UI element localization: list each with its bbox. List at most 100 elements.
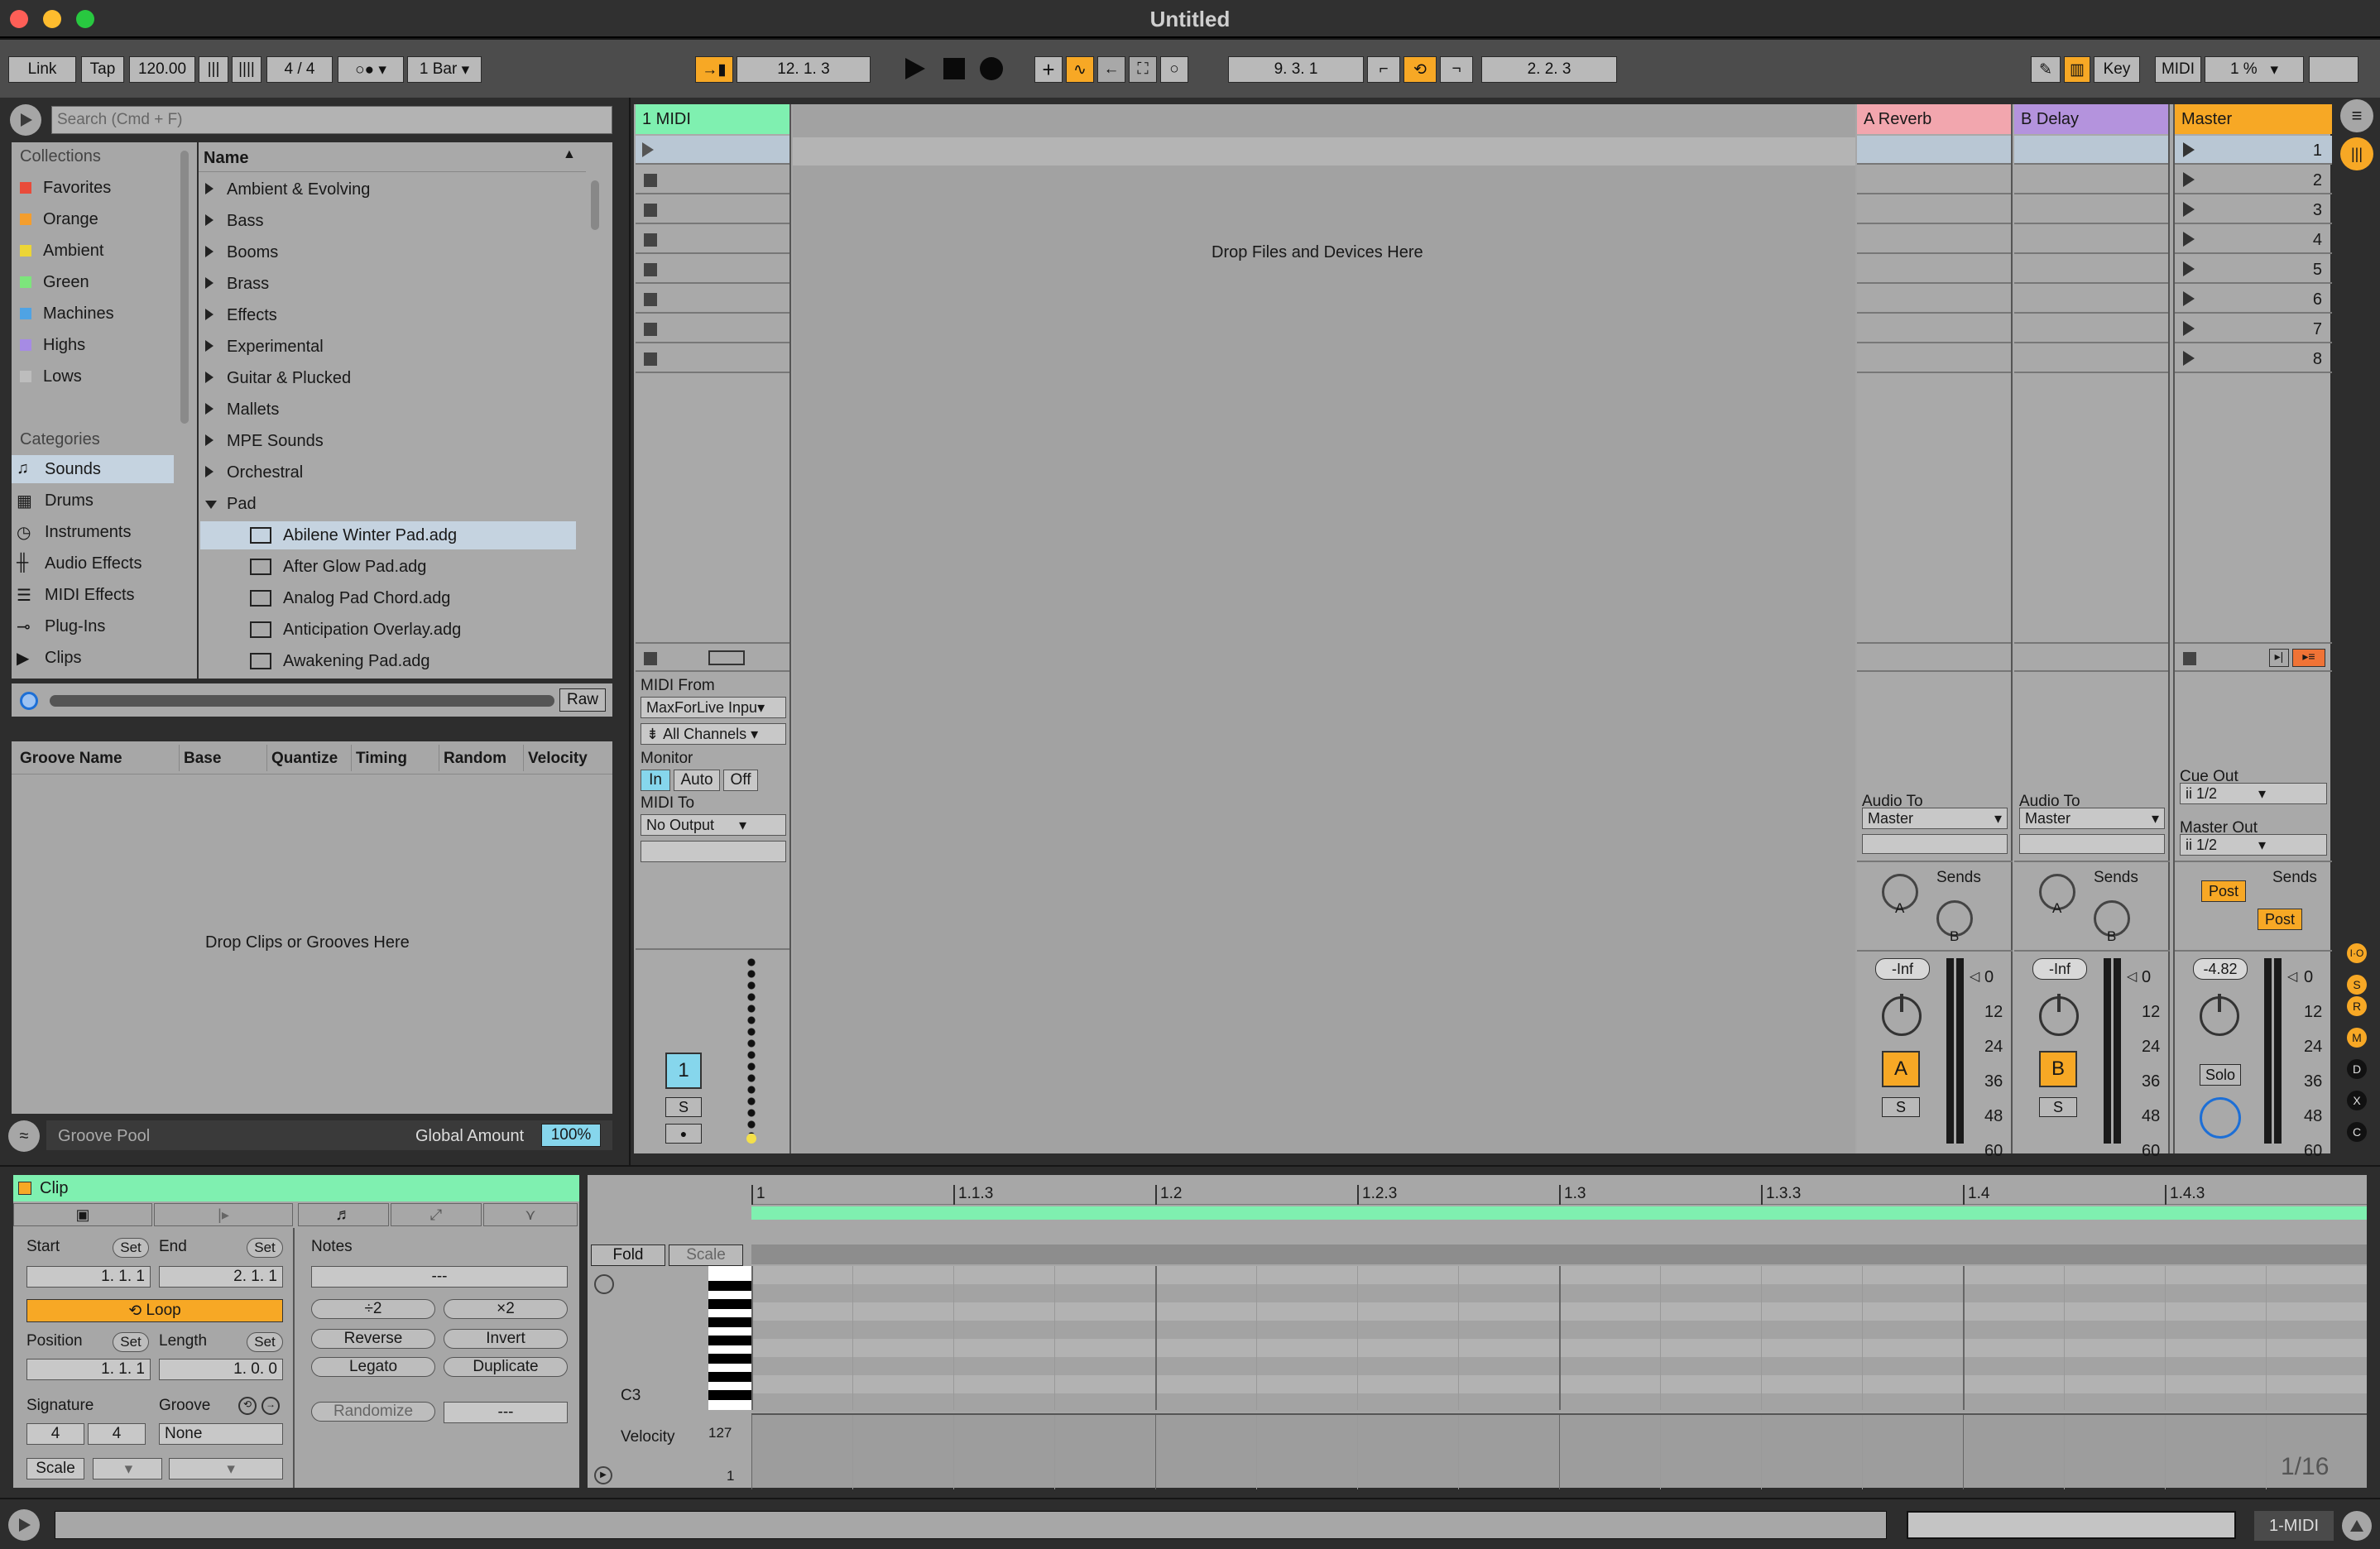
velocity-lane[interactable]: [751, 1413, 2367, 1489]
return-clip-slot[interactable]: [1857, 225, 2011, 254]
clip-slot-stop-icon[interactable]: [644, 174, 657, 187]
clip-color-icon[interactable]: [18, 1182, 31, 1195]
scene-launch-icon[interactable]: [2183, 351, 2195, 366]
midi-track-header[interactable]: 1 MIDI: [636, 104, 789, 134]
start-set-button[interactable]: Set: [113, 1238, 149, 1258]
piano-black-key[interactable]: [708, 1299, 751, 1309]
midi-keyboard-icon[interactable]: [708, 650, 745, 665]
groove-header-velocity[interactable]: Velocity: [528, 750, 588, 768]
detail-toggle-icon[interactable]: [2342, 1511, 2372, 1541]
piano-black-key[interactable]: [708, 1372, 751, 1382]
groove-header-timing[interactable]: Timing: [356, 750, 407, 768]
loop-brace[interactable]: [751, 1206, 2367, 1220]
clip-slot[interactable]: [636, 165, 789, 194]
solo-button[interactable]: S: [665, 1097, 702, 1117]
collection-item-machines[interactable]: Machines: [12, 300, 177, 328]
notes-tab-icon[interactable]: ♬: [298, 1203, 389, 1226]
time-signature-field[interactable]: 4 / 4: [266, 56, 333, 83]
folder-item-mpe-sounds[interactable]: MPE Sounds: [199, 427, 586, 455]
monitor-in-button[interactable]: In: [641, 770, 670, 791]
audio-to-channel-select[interactable]: [2019, 834, 2165, 854]
folder-collapsed-icon[interactable]: [205, 400, 222, 420]
audio-to-channel-select[interactable]: [1862, 834, 2008, 854]
folder-collapsed-icon[interactable]: [205, 338, 222, 357]
return-pan-knob[interactable]: [1882, 994, 1922, 1036]
return-clip-slot[interactable]: [2014, 165, 2168, 194]
start-field[interactable]: 1. 1. 1: [26, 1266, 151, 1288]
volume-fader-icon[interactable]: ◁: [2127, 968, 2137, 985]
collection-item-lows[interactable]: Lows: [12, 362, 177, 391]
volume-fader-icon[interactable]: ◁: [1970, 968, 1979, 985]
legato-button[interactable]: Legato: [311, 1357, 435, 1377]
folder-collapsed-icon[interactable]: [205, 212, 222, 231]
stop-icon[interactable]: [943, 58, 965, 79]
master-solo-button[interactable]: Solo: [2200, 1064, 2241, 1086]
loop-switch-icon[interactable]: ⟲: [1404, 56, 1437, 83]
piano-black-key[interactable]: [708, 1317, 751, 1327]
master-volume-field[interactable]: -4.82: [2193, 958, 2248, 980]
file-list-scrollbar[interactable]: [591, 180, 599, 230]
return-clip-slot[interactable]: [2014, 225, 2168, 254]
scene-launch-icon[interactable]: [2183, 261, 2195, 276]
preview-headphones-icon[interactable]: [20, 692, 38, 710]
arm-record-icon[interactable]: ●: [665, 1124, 702, 1144]
category-item-instruments[interactable]: ◷ Instruments: [12, 518, 174, 546]
return-clip-slot[interactable]: [2014, 136, 2168, 165]
folder-item-ambient-evolving[interactable]: Ambient & Evolving: [199, 175, 586, 204]
piano-black-key[interactable]: [708, 1390, 751, 1400]
midi-to-channel-select[interactable]: [641, 841, 786, 862]
clip-slot-stop-icon[interactable]: [644, 293, 657, 306]
file-item[interactable]: Anticipation Overlay.adg: [200, 616, 576, 644]
category-item-sounds[interactable]: ♫ Sounds: [12, 455, 174, 483]
draw-mode-icon[interactable]: ✎: [2031, 56, 2061, 83]
return-volume-field[interactable]: -Inf: [1875, 958, 1930, 980]
folder-collapsed-icon[interactable]: [205, 432, 222, 451]
groove-header-quantize[interactable]: Quantize: [271, 750, 338, 768]
return-clip-slot[interactable]: [1857, 285, 2011, 314]
folder-item-orchestral[interactable]: Orchestral: [199, 458, 586, 487]
groove-header-base[interactable]: Base: [184, 750, 221, 768]
piano-black-key[interactable]: [708, 1281, 751, 1291]
clip-slot-stop-icon[interactable]: [644, 233, 657, 247]
delay-toggle-icon[interactable]: D: [2347, 1059, 2367, 1079]
return-volume-field[interactable]: -Inf: [2032, 958, 2087, 980]
session-record-icon[interactable]: ○: [1160, 56, 1188, 83]
timeline-ruler[interactable]: 1 1.1.3 1.2 1.2.3 1.3 1.3.3 1.4 1.4.3: [751, 1175, 2367, 1205]
fold-button[interactable]: Fold: [591, 1244, 665, 1266]
return-clip-slot[interactable]: [1857, 195, 2011, 224]
return-solo-button[interactable]: S: [2039, 1097, 2077, 1117]
return-clip-slot[interactable]: [2014, 344, 2168, 373]
sends-toggle-icon[interactable]: S: [2347, 975, 2367, 995]
folder-collapsed-icon[interactable]: [205, 243, 222, 262]
mixer-toggle-icon[interactable]: M: [2347, 1028, 2367, 1048]
clip-slot-stop-icon[interactable]: [644, 352, 657, 366]
sidebar-scrollbar[interactable]: [180, 151, 189, 424]
collection-item-favorites[interactable]: Favorites: [12, 174, 177, 202]
keyboard-icon[interactable]: ▥: [2064, 56, 2090, 83]
arrangement-record-icon[interactable]: ▸≡: [2292, 649, 2325, 667]
clip-slot-stop-icon[interactable]: [644, 323, 657, 336]
return-clip-slot[interactable]: [1857, 255, 2011, 284]
collection-item-green[interactable]: Green: [12, 268, 177, 296]
file-item[interactable]: Awakening Pad.adg: [200, 647, 576, 675]
folder-item-guitar-plucked[interactable]: Guitar & Plucked: [199, 364, 586, 392]
return-clip-slot[interactable]: [1857, 165, 2011, 194]
scene-launch-icon[interactable]: [2183, 202, 2195, 217]
io-toggle-icon[interactable]: I·O: [2347, 943, 2367, 963]
loop-button[interactable]: ⟲ Loop: [26, 1299, 283, 1322]
key-map-button[interactable]: Key: [2094, 56, 2140, 83]
velocity-play-icon[interactable]: ▶: [594, 1466, 612, 1484]
stop-all-clips-icon[interactable]: [644, 652, 657, 665]
clip-slot-stop-icon[interactable]: [644, 263, 657, 276]
end-set-button[interactable]: Set: [247, 1238, 283, 1258]
cue-out-select[interactable]: ii 1/2 ▾: [2180, 783, 2327, 804]
length-field[interactable]: 1. 0. 0: [159, 1359, 283, 1380]
return-track-header[interactable]: B Delay: [2014, 104, 2168, 134]
reverse-button[interactable]: Reverse: [311, 1329, 435, 1349]
category-item-plug-ins[interactable]: ⊸ Plug-Ins: [12, 612, 174, 640]
folder-collapsed-icon[interactable]: [205, 369, 222, 388]
category-item-drums[interactable]: ▦ Drums: [12, 487, 174, 515]
half-length-button[interactable]: ÷2: [311, 1299, 435, 1319]
global-amount-field[interactable]: 100%: [541, 1124, 601, 1147]
scene-launch-icon[interactable]: [2183, 291, 2195, 306]
